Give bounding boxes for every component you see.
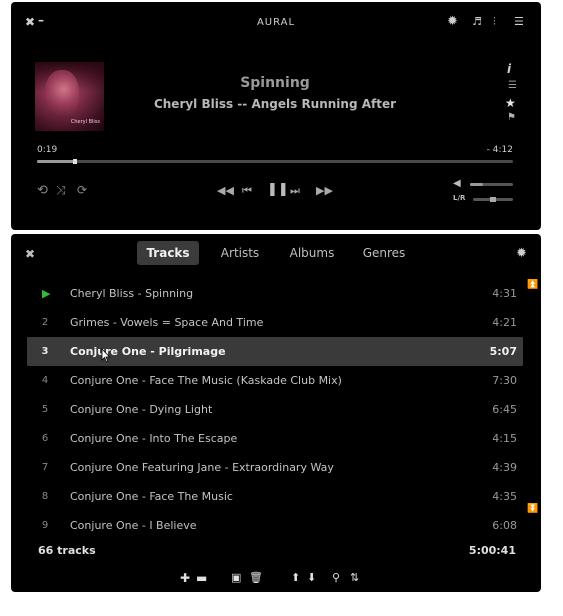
app-title: AURAL (256, 17, 296, 28)
tab-albums[interactable]: Albums (281, 241, 343, 265)
track-duration: 7:30 (492, 374, 517, 387)
player-window: ✖ – AURAL ✹ ♬ ⫶ ☰ Cheryl Bliss Spinning … (11, 2, 541, 230)
track-number: 8 (41, 491, 49, 502)
playlist-toggle-icon[interactable]: ♬ (472, 16, 482, 27)
balance-label: L/R (453, 194, 466, 202)
now-playing-title: Spinning (240, 75, 310, 91)
bookmark-icon[interactable]: ⚑ (507, 113, 516, 123)
mouse-pointer-icon (101, 348, 111, 363)
pause-icon[interactable]: ❚❚ (267, 183, 289, 196)
track-number: 9 (41, 520, 49, 531)
track-duration: 4:35 (492, 490, 517, 503)
track-number: 5 (41, 404, 49, 415)
trash-icon[interactable]: 🗑 (249, 572, 263, 583)
volume-fill (470, 183, 483, 186)
track-title: Conjure One - Face The Music (70, 490, 233, 503)
track-row[interactable]: 8 Conjure One - Face The Music 4:35 (27, 482, 523, 511)
move-down-icon[interactable]: ⬇ (307, 572, 316, 583)
repeat-icon[interactable]: ⟲ (37, 184, 48, 197)
track-duration: 6:08 (492, 519, 517, 532)
search-icon[interactable]: ⚲ (332, 572, 340, 583)
track-title: Conjure One - I Believe (70, 519, 197, 532)
time-elapsed: 0:19 (37, 145, 58, 155)
settings-gear-icon[interactable]: ✹ (516, 247, 527, 260)
next-track-icon[interactable]: ⏭ (290, 185, 300, 196)
seek-forward-icon[interactable]: ▶▶ (316, 185, 333, 196)
track-duration: 6:45 (492, 403, 517, 416)
loop-icon[interactable]: ⟳ (77, 184, 87, 196)
track-number: 7 (41, 462, 49, 473)
seek-backward-icon[interactable]: ◀◀ (217, 185, 234, 196)
track-row[interactable]: 6 Conjure One - Into The Escape 4:15 (27, 424, 523, 453)
seek-progress-fill (37, 160, 76, 163)
save-icon[interactable]: ▣ (231, 572, 241, 583)
remove-icon[interactable]: ▬ (196, 572, 207, 584)
volume-icon[interactable]: ◀ (453, 179, 461, 189)
lyrics-icon[interactable]: ☰ (508, 81, 517, 91)
track-count: 66 tracks (38, 544, 96, 557)
track-row[interactable]: ▶ Cheryl Bliss - Spinning 4:31 (27, 279, 523, 308)
move-up-icon[interactable]: ⬆ (291, 572, 300, 583)
favorite-star-icon[interactable]: ★ (505, 97, 516, 109)
track-row[interactable]: 5 Conjure One - Dying Light 6:45 (27, 395, 523, 424)
now-playing-artist-album: Cheryl Bliss -- Angels Running After (153, 97, 397, 111)
album-art-caption: Cheryl Bliss (70, 119, 100, 125)
track-duration: 5:07 (489, 345, 517, 358)
tab-tracks[interactable]: Tracks (137, 241, 199, 265)
track-duration: 4:31 (492, 287, 517, 300)
add-icon[interactable]: ✚ (180, 572, 190, 584)
track-title: Conjure One - Dying Light (70, 403, 213, 416)
tab-genres[interactable]: Genres (354, 241, 414, 265)
info-icon[interactable]: i (507, 63, 511, 75)
track-duration: 4:39 (492, 461, 517, 474)
effects-equalizer-icon[interactable]: ⫶ (493, 16, 496, 27)
scroll-to-bottom-icon[interactable]: ⏬ (527, 505, 538, 514)
track-duration: 4:21 (492, 316, 517, 329)
balance-knob[interactable] (490, 197, 496, 202)
settings-gear-icon[interactable]: ✹ (447, 15, 458, 28)
balance-slider[interactable] (473, 197, 513, 202)
sort-icon[interactable]: ⇅ (350, 572, 359, 583)
album-art[interactable]: Cheryl Bliss (35, 62, 104, 131)
album-art-portrait (45, 70, 79, 118)
track-title: Grimes - Vowels = Space And Time (70, 316, 264, 329)
previous-track-icon[interactable]: ⏮ (242, 185, 252, 196)
total-duration: 5:00:41 (468, 544, 516, 557)
now-playing-icon: ▶ (42, 287, 51, 300)
track-row[interactable]: 9 Conjure One - I Believe 6:08 (27, 511, 523, 540)
playlist-window: ✖ ✹ Tracks Artists Albums Genres ▶ Cheryl… (11, 234, 541, 592)
shuffle-icon[interactable]: ⤨ (56, 184, 66, 196)
scroll-to-top-icon[interactable]: ⏫ (527, 281, 538, 290)
layout-icon[interactable]: ☰ (514, 16, 524, 27)
track-title: Conjure One Featuring Jane - Extraordina… (70, 461, 334, 474)
track-list: ▶ Cheryl Bliss - Spinning 4:31 2 Grimes - Vo… (27, 279, 523, 540)
track-number: 4 (41, 375, 49, 386)
volume-slider[interactable] (470, 183, 513, 186)
track-number: 3 (41, 346, 49, 357)
time-remaining[interactable]: - 4:12 (487, 145, 513, 155)
track-row[interactable]: 7 Conjure One Featuring Jane - Extraordin… (27, 453, 523, 482)
tab-artists[interactable]: Artists (211, 241, 269, 265)
track-title: Conjure One - Pilgrimage (70, 345, 226, 358)
track-number: 6 (41, 433, 49, 444)
track-row[interactable]: 2 Grimes - Vowels = Space And Time 4:21 (27, 308, 523, 337)
track-row[interactable]: 4 Conjure One - Face The Music (Kaskade C… (27, 366, 523, 395)
track-title: Conjure One - Face The Music (Kaskade Cl… (70, 374, 342, 387)
seek-knob[interactable] (73, 159, 78, 164)
close-icon[interactable]: ✖ (25, 248, 35, 260)
track-title: Cheryl Bliss - Spinning (70, 287, 194, 300)
track-duration: 4:15 (492, 432, 517, 445)
seek-bar[interactable] (37, 159, 513, 164)
track-number: 2 (41, 317, 49, 328)
track-title: Conjure One - Into The Escape (70, 432, 238, 445)
